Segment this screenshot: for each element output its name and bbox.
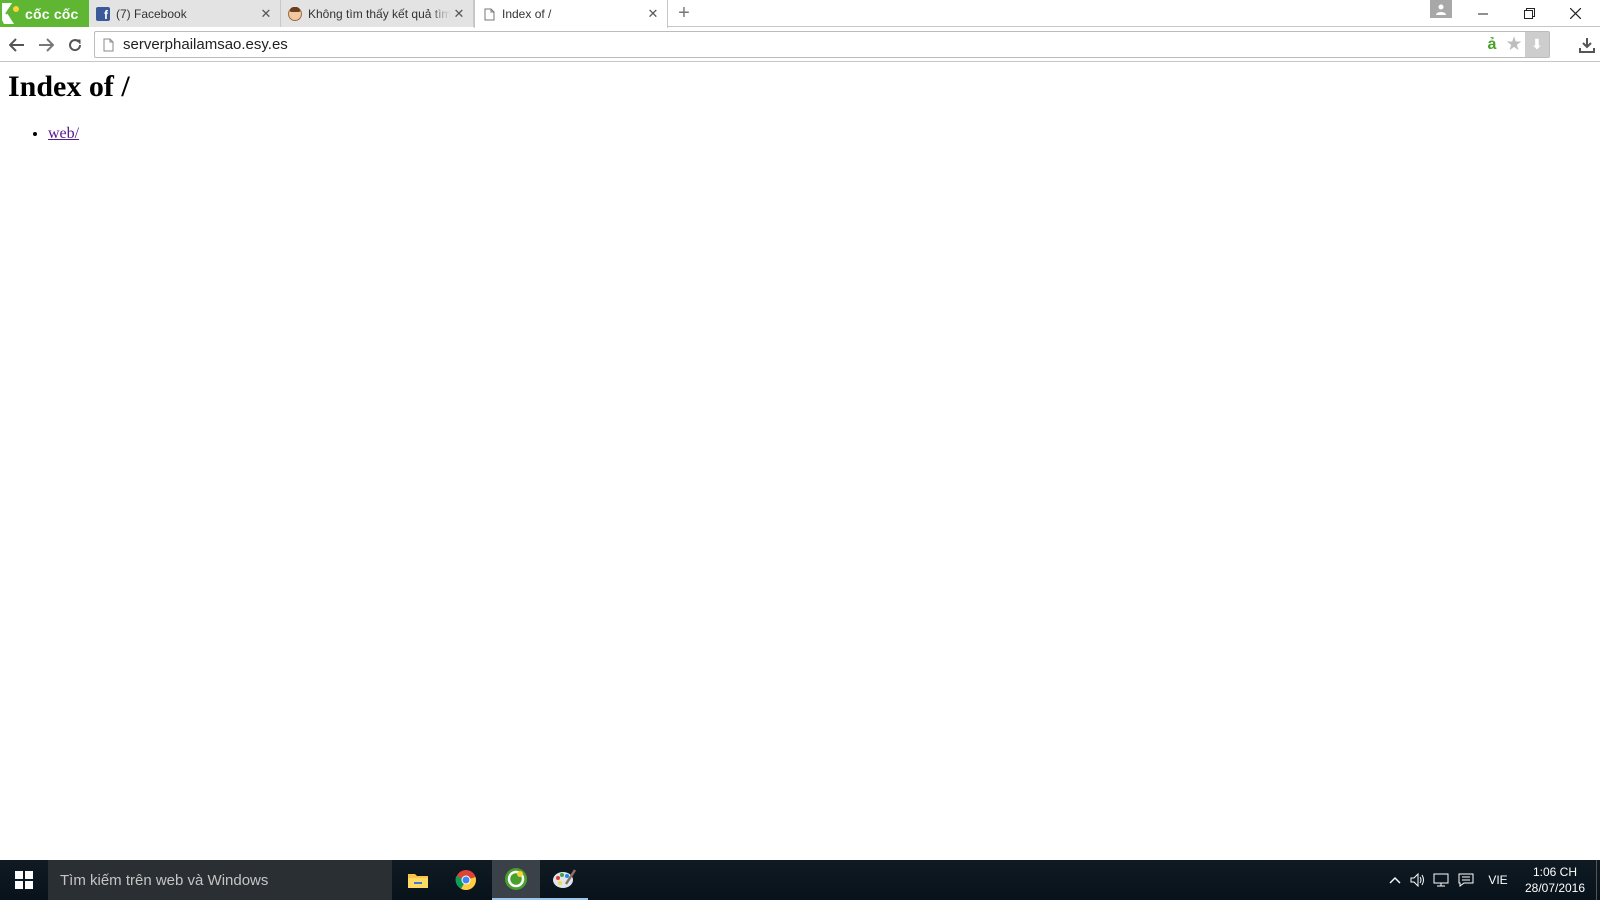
input-language[interactable]: VIE	[1480, 860, 1516, 900]
close-icon[interactable]: ✕	[645, 6, 661, 22]
tab-strip: cốc cốc f (7) Facebook ✕ Không tìm thấy …	[0, 0, 1600, 28]
savefrom-download-icon[interactable]: ⬇	[1525, 32, 1549, 57]
coccoc-logo-icon	[0, 0, 24, 27]
chrome-icon[interactable]	[442, 860, 490, 900]
taskbar-search-input[interactable]: Tìm kiếm trên web và Windows	[48, 860, 392, 900]
paint-icon[interactable]	[540, 860, 588, 900]
directory-link-web[interactable]: web/	[48, 125, 79, 142]
chevron-up-icon[interactable]	[1384, 860, 1406, 900]
profile-icon[interactable]	[1430, 0, 1452, 18]
address-bar[interactable]: serverphailamsao.esy.es ả ★ ⬇	[94, 31, 1550, 58]
windows-logo-icon	[15, 871, 33, 889]
clock-date: 28/07/2016	[1524, 881, 1586, 895]
coccoc-taskbar-icon[interactable]	[492, 860, 540, 900]
volume-icon[interactable]	[1406, 860, 1430, 900]
page-content: Index of / web/	[0, 63, 1600, 860]
new-tab-button[interactable]: +	[673, 2, 695, 24]
start-button[interactable]	[0, 860, 48, 900]
browser-toolbar: serverphailamsao.esy.es ả ★ ⬇	[0, 28, 1600, 62]
brand-name: cốc cốc	[25, 5, 79, 22]
action-center-icon[interactable]	[1454, 860, 1478, 900]
address-text[interactable]: serverphailamsao.esy.es	[123, 36, 1549, 53]
tab-search-results[interactable]: Không tìm thấy kết quả tìm ✕	[281, 0, 474, 27]
tab-index-of[interactable]: Index of / ✕	[474, 0, 668, 28]
network-icon[interactable]	[1430, 860, 1454, 900]
reload-button[interactable]	[62, 32, 88, 58]
face-icon	[288, 6, 302, 21]
tab-title: (7) Facebook	[116, 6, 187, 21]
taskbar-clock[interactable]: 1:06 CH 28/07/2016	[1518, 864, 1592, 896]
tab-title: Index of /	[502, 7, 552, 21]
page-icon	[103, 38, 115, 52]
bookmark-star-icon[interactable]: ★	[1503, 32, 1525, 57]
windows-taskbar: Tìm kiếm trên web và Windows VIE 1:06 CH…	[0, 860, 1600, 900]
coccoc-menu-button[interactable]: cốc cốc	[0, 0, 89, 27]
tab-title: Không tìm thấy kết quả tìm	[308, 6, 451, 21]
file-explorer-icon[interactable]	[394, 860, 442, 900]
page-title: Index of /	[8, 70, 130, 103]
minimize-button[interactable]	[1460, 0, 1506, 27]
forward-button[interactable]	[33, 32, 59, 58]
addon-letter-icon[interactable]: ả	[1481, 32, 1503, 57]
arrow-left-icon	[9, 38, 24, 52]
download-icon	[1579, 38, 1595, 53]
tab-facebook[interactable]: f (7) Facebook ✕	[89, 0, 281, 27]
reload-icon	[69, 39, 82, 52]
close-window-button[interactable]	[1552, 0, 1598, 27]
close-icon[interactable]: ✕	[258, 6, 274, 22]
facebook-icon: f	[96, 6, 110, 21]
list-item: web/	[48, 125, 79, 143]
back-button[interactable]	[4, 32, 30, 58]
arrow-right-icon	[39, 38, 54, 52]
show-desktop-button[interactable]	[1596, 860, 1600, 900]
clock-time: 1:06 CH	[1532, 865, 1578, 879]
directory-list: web/	[48, 125, 79, 143]
downloads-button[interactable]	[1576, 32, 1598, 58]
page-icon	[482, 7, 496, 21]
close-icon[interactable]: ✕	[451, 6, 467, 22]
restore-button[interactable]	[1506, 0, 1552, 27]
